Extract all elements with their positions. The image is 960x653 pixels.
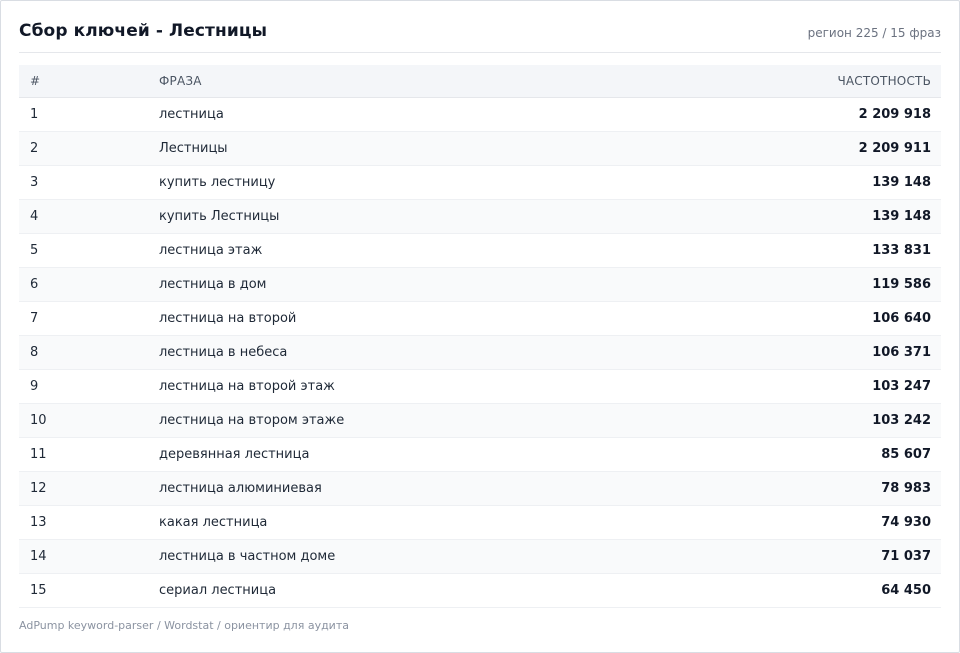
table-row[interactable]: 11 деревянная лестница 85 607 <box>19 438 941 472</box>
region-count-meta: регион 225 / 15 фраз <box>807 26 941 40</box>
table-row[interactable]: 9 лестница на второй этаж 103 247 <box>19 370 941 404</box>
table-row[interactable]: 12 лестница алюминиевая 78 983 <box>19 472 941 506</box>
row-phrase: лестница в частном доме <box>159 549 336 564</box>
source-footnote: AdPump keyword-parser / Wordstat / ориен… <box>19 619 349 632</box>
table-row[interactable]: 3 купить лестницу 139 148 <box>19 166 941 200</box>
row-phrase: лестница в небеса <box>159 345 288 360</box>
row-phrase: лестница в дом <box>159 277 267 292</box>
table-row[interactable]: 10 лестница на втором этаже 103 242 <box>19 404 941 438</box>
table-row[interactable]: 8 лестница в небеса 106 371 <box>19 336 941 370</box>
column-header-num[interactable]: # <box>30 65 40 97</box>
row-phrase: лестница на втором этаже <box>159 413 345 428</box>
table-row[interactable]: 7 лестница на второй 106 640 <box>19 302 941 336</box>
row-frequency: 103 247 <box>872 379 931 394</box>
table-row[interactable]: 5 лестница этаж 133 831 <box>19 234 941 268</box>
table-row[interactable]: 6 лестница в дом 119 586 <box>19 268 941 302</box>
page-title: Сбор ключей - Лестницы <box>19 21 268 41</box>
row-number: 3 <box>30 175 39 190</box>
row-phrase: купить Лестницы <box>159 209 280 224</box>
row-frequency: 64 450 <box>881 583 931 598</box>
row-phrase: лестница на второй <box>159 311 297 326</box>
row-number: 9 <box>30 379 39 394</box>
table-row[interactable]: 1 лестница 2 209 918 <box>19 98 941 132</box>
table-row[interactable]: 4 купить Лестницы 139 148 <box>19 200 941 234</box>
column-header-phrase[interactable]: ФРАЗА <box>159 65 202 97</box>
row-frequency: 139 148 <box>872 175 931 190</box>
row-number: 15 <box>30 583 47 598</box>
table-row[interactable]: 15 сериал лестница 64 450 <box>19 574 941 608</box>
row-phrase: какая лестница <box>159 515 268 530</box>
row-number: 8 <box>30 345 39 360</box>
row-phrase: сериал лестница <box>159 583 277 598</box>
table-row[interactable]: 13 какая лестница 74 930 <box>19 506 941 540</box>
row-number: 5 <box>30 243 39 258</box>
row-phrase: купить лестницу <box>159 175 276 190</box>
row-number: 10 <box>30 413 47 428</box>
row-frequency: 85 607 <box>881 447 931 462</box>
table-row[interactable]: 14 лестница в частном доме 71 037 <box>19 540 941 574</box>
row-number: 7 <box>30 311 39 326</box>
table-row[interactable]: 2 Лестницы 2 209 911 <box>19 132 941 166</box>
row-number: 4 <box>30 209 39 224</box>
row-frequency: 71 037 <box>881 549 931 564</box>
row-phrase: лестница алюминиевая <box>159 481 322 496</box>
row-frequency: 139 148 <box>872 209 931 224</box>
row-number: 6 <box>30 277 39 292</box>
row-frequency: 106 371 <box>872 345 931 360</box>
table-header: # ФРАЗА ЧАСТОТНОСТЬ <box>19 65 941 98</box>
row-number: 2 <box>30 141 39 156</box>
row-phrase: лестница на второй этаж <box>159 379 335 394</box>
row-number: 13 <box>30 515 47 530</box>
row-phrase: лестница этаж <box>159 243 263 258</box>
row-number: 12 <box>30 481 47 496</box>
row-phrase: деревянная лестница <box>159 447 310 462</box>
row-frequency: 103 242 <box>872 413 931 428</box>
keywords-table: # ФРАЗА ЧАСТОТНОСТЬ 1 лестница 2 209 918… <box>19 65 941 608</box>
row-frequency: 106 640 <box>872 311 931 326</box>
keyword-panel: Сбор ключей - Лестницы регион 225 / 15 ф… <box>0 0 960 653</box>
row-number: 11 <box>30 447 47 462</box>
row-frequency: 133 831 <box>872 243 931 258</box>
row-number: 14 <box>30 549 47 564</box>
row-frequency: 74 930 <box>881 515 931 530</box>
row-frequency: 2 209 911 <box>858 141 931 156</box>
row-number: 1 <box>30 107 39 122</box>
panel-header: Сбор ключей - Лестницы регион 225 / 15 ф… <box>19 1 941 53</box>
row-frequency: 2 209 918 <box>858 107 931 122</box>
row-frequency: 119 586 <box>872 277 931 292</box>
row-frequency: 78 983 <box>881 481 931 496</box>
row-phrase: Лестницы <box>159 141 228 156</box>
row-phrase: лестница <box>159 107 224 122</box>
column-header-frequency[interactable]: ЧАСТОТНОСТЬ <box>837 65 931 97</box>
